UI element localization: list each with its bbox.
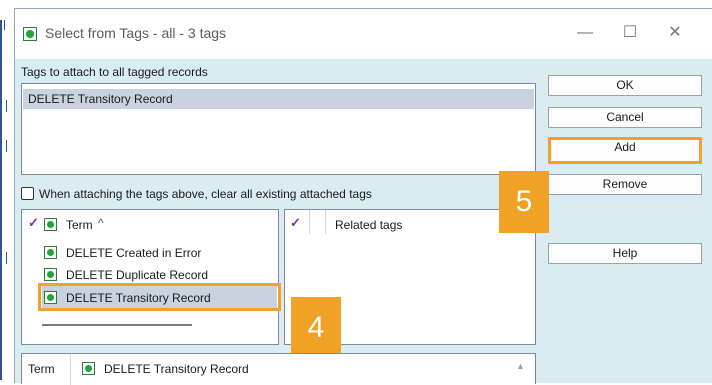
tag-column-icon: [44, 218, 57, 231]
horizontal-scrollbar[interactable]: [42, 324, 192, 326]
maximize-button[interactable]: ☐: [615, 19, 645, 47]
window-title: Select from Tags - all - 3 tags: [45, 25, 227, 41]
term-item[interactable]: DELETE Transitory Record: [66, 291, 211, 305]
attach-tags-list[interactable]: DELETE Transitory Record: [21, 83, 536, 175]
ok-button[interactable]: OK: [548, 75, 702, 96]
check-column-icon[interactable]: ✓: [28, 215, 39, 231]
related-check-column-icon[interactable]: ✓: [290, 215, 301, 231]
minimize-button[interactable]: —: [570, 19, 600, 47]
clear-tags-label: When attaching the tags above, clear all…: [39, 187, 372, 201]
column-divider: [309, 210, 310, 234]
tag-app-icon: [23, 27, 37, 41]
tag-icon: [82, 362, 95, 375]
clear-tags-checkbox[interactable]: [21, 187, 34, 200]
column-divider: [70, 354, 71, 385]
help-button[interactable]: Help: [548, 243, 702, 264]
tag-icon: [44, 291, 57, 304]
attach-tags-label: Tags to attach to all tagged records: [21, 65, 208, 79]
bottom-detail-bar: Term DELETE Transitory Record ▲: [21, 353, 536, 385]
bottom-term-value: DELETE Transitory Record: [104, 362, 249, 376]
term-list[interactable]: ✓ Term ^ DELETE Created in Error DELETE …: [21, 209, 281, 345]
attach-tag-label: DELETE Transitory Record: [28, 92, 173, 106]
background-mark: [6, 140, 7, 152]
related-tags-header[interactable]: Related tags: [335, 218, 402, 232]
remove-button[interactable]: Remove: [548, 174, 702, 195]
cancel-button[interactable]: Cancel: [548, 107, 702, 128]
background-mark: [6, 252, 7, 264]
term-item[interactable]: DELETE Created in Error: [66, 246, 201, 260]
term-item[interactable]: DELETE Duplicate Record: [66, 268, 208, 282]
close-button[interactable]: ✕: [660, 19, 690, 47]
column-divider: [325, 210, 326, 234]
scroll-up-icon[interactable]: ▲: [516, 361, 525, 371]
background-border: [0, 20, 2, 380]
select-tags-dialog: Select from Tags - all - 3 tags — ☐ ✕ Ta…: [14, 8, 712, 385]
step-4-callout: 4: [291, 297, 341, 359]
step-5-callout: 5: [499, 171, 549, 233]
tag-icon: [44, 246, 57, 259]
background-mark: [6, 100, 7, 112]
sort-asc-icon[interactable]: ^: [98, 216, 104, 230]
background-mark: [4, 20, 5, 30]
add-button[interactable]: Add: [548, 137, 702, 164]
bottom-term-label: Term: [28, 362, 55, 376]
background-document-strip: [0, 0, 14, 383]
term-column-header[interactable]: Term: [66, 218, 93, 232]
tag-icon: [44, 268, 57, 281]
title-bar: Select from Tags - all - 3 tags — ☐ ✕: [15, 9, 712, 59]
